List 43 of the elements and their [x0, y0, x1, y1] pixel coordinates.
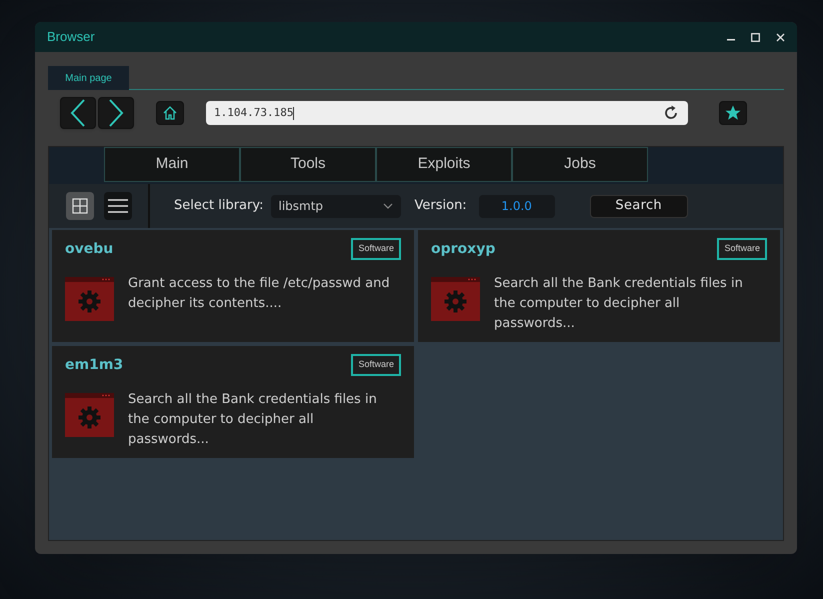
nav-tab[interactable]: Exploits	[376, 147, 512, 182]
app-card[interactable]: ovebu Software Grant access to the file /etc/passwd and decipher its contents....	[52, 230, 414, 342]
app-description: Search all the Bank credentials files in the computer to decipher all passwords...	[128, 391, 378, 449]
software-tag: Software	[717, 238, 767, 260]
gear-window-icon	[65, 277, 114, 321]
gear-window-icon	[65, 393, 114, 437]
library-label: Select library:	[174, 197, 264, 216]
home-icon	[162, 105, 178, 121]
grid-view-button[interactable]	[66, 192, 94, 220]
caret-icon	[382, 203, 392, 209]
app-description: Grant access to the file /etc/passwd and decipher its contents....	[128, 275, 391, 313]
app-card[interactable]: oproxyp Software Search all the Bank credentials files in the computer to decipher all passwords...	[418, 230, 780, 342]
reload-icon[interactable]	[662, 104, 680, 122]
maximize-icon[interactable]	[751, 32, 760, 42]
back-icon	[70, 99, 86, 127]
app-name: ovebu	[65, 240, 114, 259]
star-icon	[724, 104, 742, 122]
list-view-button[interactable]	[104, 192, 132, 220]
nav-tab[interactable]: Jobs	[512, 147, 648, 182]
home-button[interactable]	[156, 101, 184, 125]
software-tag: Software	[351, 238, 401, 260]
app-name: em1m3	[65, 356, 124, 375]
back-button[interactable]	[60, 97, 96, 129]
forward-icon	[108, 99, 124, 127]
forward-button[interactable]	[98, 97, 134, 129]
nav-tab[interactable]: Main	[104, 147, 240, 182]
address-field[interactable]: 1.104.73.185	[206, 101, 688, 125]
library-dropdown[interactable]: libsmtp	[270, 194, 400, 218]
gear-window-icon	[431, 277, 480, 321]
bookmark-button[interactable]	[719, 101, 747, 125]
close-icon[interactable]	[776, 32, 785, 42]
version-label: Version:	[414, 197, 467, 216]
app-name: oproxyp	[431, 240, 496, 259]
browser-tab[interactable]: Main page	[48, 66, 129, 90]
menu-icon	[108, 198, 128, 214]
grid-icon	[72, 198, 88, 214]
nav-tab[interactable]: Tools	[240, 147, 376, 182]
app-card[interactable]: em1m3 Software Search all the Bank credentials files in the computer to decipher all passwords...	[52, 346, 414, 458]
version-field[interactable]: 1.0.0	[478, 194, 555, 218]
software-tag: Software	[351, 354, 401, 376]
app-description: Search all the Bank credentials files in the computer to decipher all passwords...	[494, 275, 744, 333]
search-button[interactable]: Search	[590, 194, 688, 218]
window-title: Browser	[47, 28, 95, 46]
